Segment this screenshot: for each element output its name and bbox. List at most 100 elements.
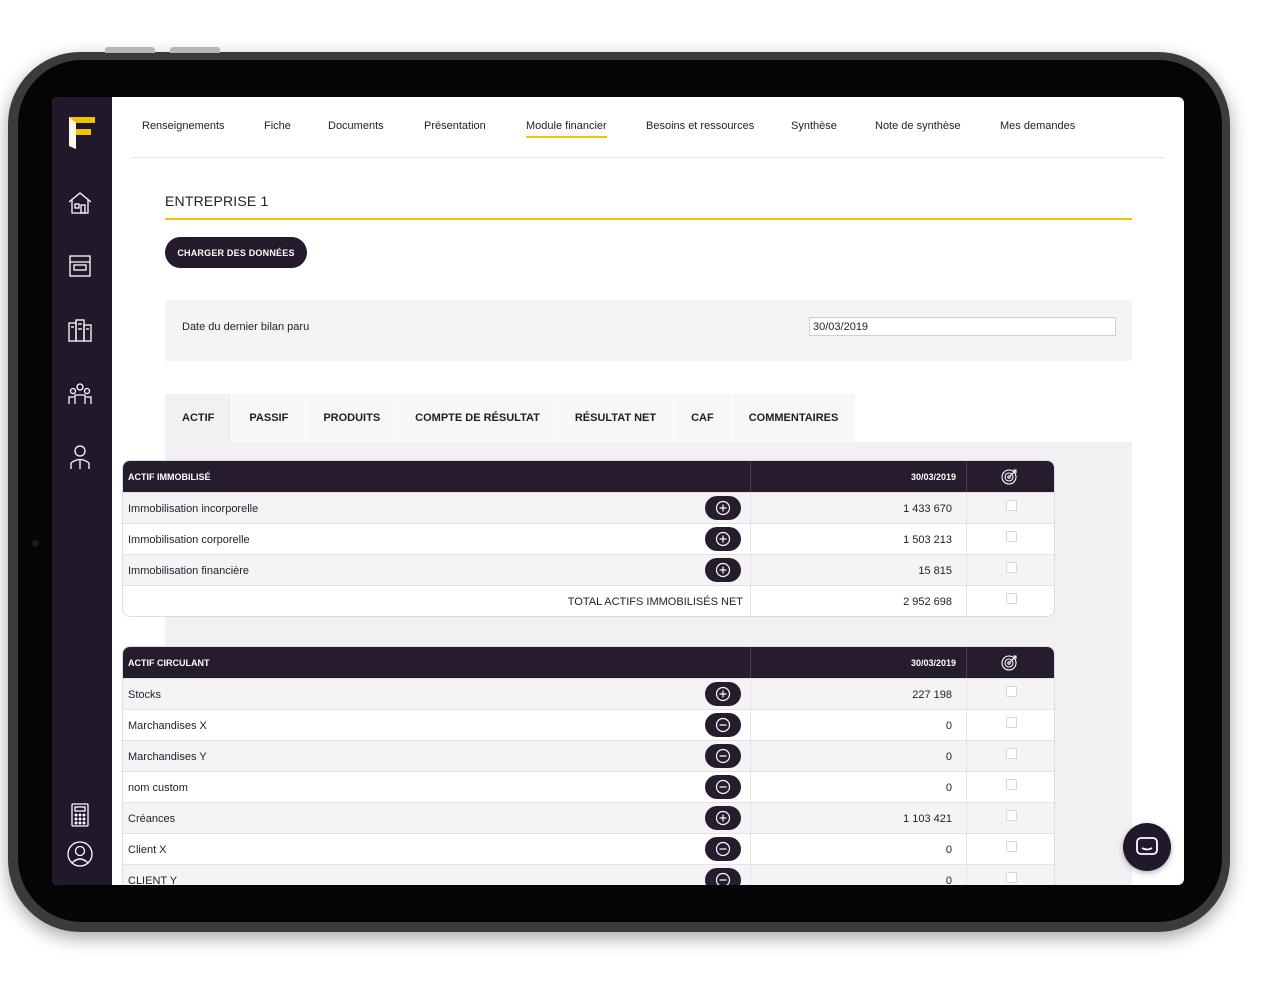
nav-besoins-ressources[interactable]: Besoins et ressources [646,120,754,132]
row-value[interactable]: 0 [946,875,952,885]
minus-circle-icon [715,779,731,795]
row-value[interactable]: 1 103 421 [903,813,952,825]
target-icon[interactable] [1000,468,1018,486]
row-checkbox[interactable] [1006,562,1017,573]
row-value[interactable]: 0 [946,751,952,763]
page-title: ENTREPRISE 1 [165,193,269,209]
row-value[interactable]: 1 503 213 [903,534,952,546]
total-row: TOTAL ACTIFS IMMOBILISÉS NET 2 952 698 [123,585,1054,616]
remove-row-button[interactable] [705,713,741,737]
top-navigation: Renseignements Fiche Documents Présentat… [132,97,1165,158]
tab-resultat-net[interactable]: RÉSULTAT NET [557,394,675,442]
table-body: Immobilisation incorporelle 1 433 670 Immo… [123,492,1054,616]
tab-produits[interactable]: PRODUITS [306,394,399,442]
tab-commentaires[interactable]: COMMENTAIRES [731,394,857,442]
home-icon[interactable] [66,189,94,217]
row-checkbox[interactable] [1006,717,1017,728]
remove-row-button[interactable] [705,775,741,799]
chat-button[interactable] [1123,823,1171,871]
row-checkbox[interactable] [1006,841,1017,852]
sidebar [52,97,112,885]
minus-circle-icon [715,841,731,857]
tab-caf[interactable]: CAF [674,394,732,442]
brand-logo[interactable] [67,115,97,151]
expand-row-button[interactable] [705,496,741,520]
row-checkbox[interactable] [1006,748,1017,759]
row-value[interactable]: 0 [946,720,952,732]
target-icon[interactable] [1000,654,1018,672]
table-row: CLIENT Y 0 [123,864,1054,885]
volume-button [105,47,155,53]
row-checkbox[interactable] [1006,500,1017,511]
nav-module-financier[interactable]: Module financier [526,120,607,138]
table-row: Immobilisation incorporelle 1 433 670 [123,492,1054,523]
user-icon[interactable] [66,840,94,868]
row-value[interactable]: 227 198 [912,689,952,701]
tab-actif[interactable]: ACTIF [165,394,233,442]
expand-row-button[interactable] [705,558,741,582]
archive-box-icon[interactable] [66,252,94,280]
expand-row-button[interactable] [705,682,741,706]
nav-fiche[interactable]: Fiche [264,120,291,132]
table-header: ACTIF CIRCULANT 30/03/2019 [123,647,1054,678]
row-label: Immobilisation corporelle [128,534,250,546]
nav-note-synthese[interactable]: Note de synthèse [875,120,961,132]
row-label: Immobilisation incorporelle [128,503,259,515]
buildings-icon[interactable] [66,316,94,344]
nav-presentation[interactable]: Présentation [424,120,486,132]
actif-circulant-table: ACTIF CIRCULANT 30/03/2019 Stocks 227 198… [122,646,1055,885]
table-row: Créances 1 103 421 [123,802,1054,833]
table-title: ACTIF CIRCULANT [128,658,210,668]
table-row: Stocks 227 198 [123,678,1054,709]
row-checkbox[interactable] [1006,779,1017,790]
nav-renseignements[interactable]: Renseignements [142,120,225,132]
balance-date-input[interactable] [809,317,1116,336]
app-screen: Renseignements Fiche Documents Présentat… [52,97,1184,885]
row-label: Client X [128,844,167,856]
row-value[interactable]: 15 815 [918,565,952,577]
row-value[interactable]: 1 433 670 [903,503,952,515]
expand-row-button[interactable] [705,527,741,551]
row-checkbox[interactable] [1006,872,1017,883]
total-value: 2 952 698 [903,596,952,608]
table-row: Client X 0 [123,833,1054,864]
table-row: Immobilisation financière 15 815 [123,554,1054,585]
plus-circle-icon [715,686,731,702]
row-checkbox[interactable] [1006,531,1017,542]
plus-circle-icon [715,531,731,547]
calculator-icon[interactable] [66,801,94,829]
row-label: CLIENT Y [128,875,178,885]
plus-circle-icon [715,810,731,826]
remove-row-button[interactable] [705,868,741,885]
row-label: Créances [128,813,176,825]
table-body: Stocks 227 198 Marchandises X 0 Marchandises… [123,678,1054,885]
row-checkbox[interactable] [1006,686,1017,697]
financial-tabs: ACTIF PASSIF PRODUITS COMPTE DE RÉSULTAT… [165,394,857,442]
nav-mes-demandes[interactable]: Mes demandes [1000,120,1075,132]
load-data-button[interactable]: CHARGER DES DONNÉES [165,237,307,268]
row-checkbox[interactable] [1006,593,1017,604]
minus-circle-icon [715,748,731,764]
plus-circle-icon [715,562,731,578]
nav-documents[interactable]: Documents [328,120,384,132]
team-icon[interactable] [66,380,94,408]
remove-row-button[interactable] [705,744,741,768]
balance-date-label: Date du dernier bilan paru [182,321,310,333]
row-value[interactable]: 0 [946,844,952,856]
expand-row-button[interactable] [705,806,741,830]
remove-row-button[interactable] [705,837,741,861]
balance-date-panel: Date du dernier bilan paru [165,300,1132,361]
row-value[interactable]: 0 [946,782,952,794]
table-header: ACTIF IMMOBILISÉ 30/03/2019 [123,461,1054,492]
tab-passif[interactable]: PASSIF [232,394,307,442]
tab-compte-de-resultat[interactable]: COMPTE DE RÉSULTAT [398,394,558,442]
chat-icon [1136,837,1158,855]
row-label: Immobilisation financière [128,565,250,577]
advisor-icon[interactable] [66,443,94,471]
row-label: nom custom [128,782,188,794]
column-date: 30/03/2019 [910,472,956,482]
nav-synthese[interactable]: Synthèse [791,120,837,132]
row-label: Stocks [128,689,162,701]
minus-circle-icon [715,872,731,885]
row-checkbox[interactable] [1006,810,1017,821]
